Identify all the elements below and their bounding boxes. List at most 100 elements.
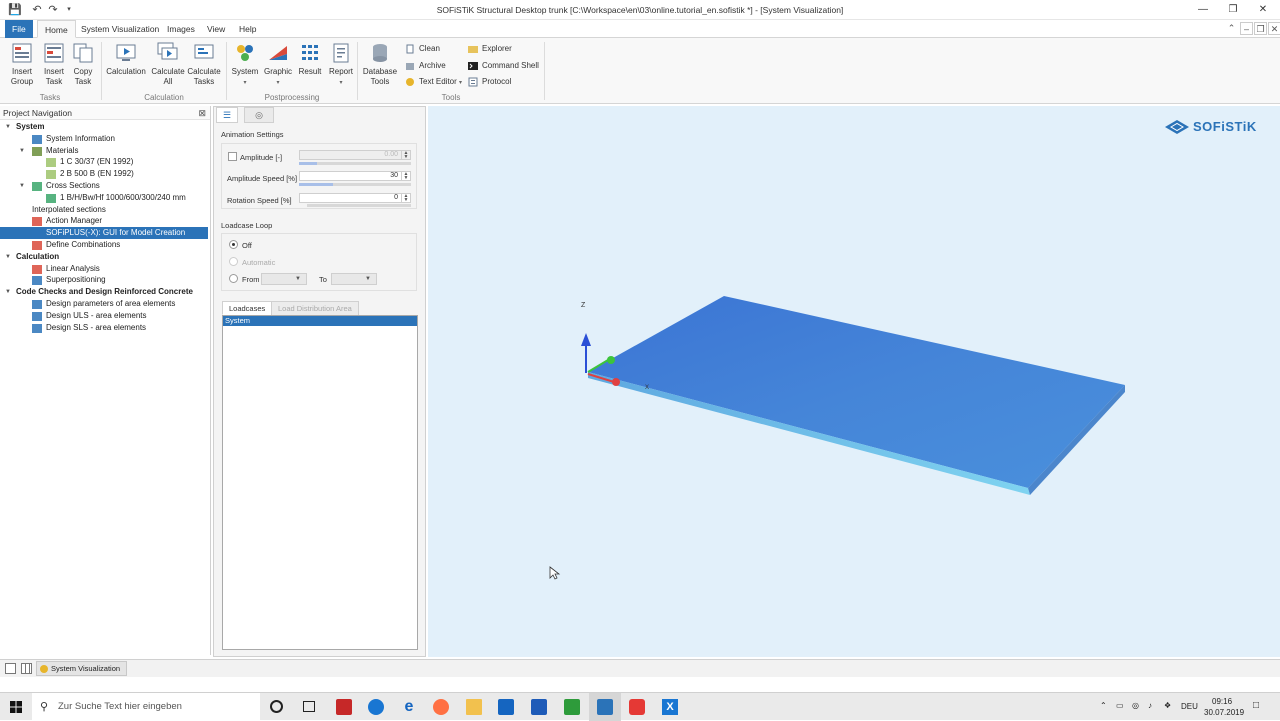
amplitude-checkbox[interactable] — [228, 152, 237, 161]
battery-icon[interactable]: ▭ — [1116, 701, 1124, 710]
dropbox-icon[interactable]: ❖ — [1164, 701, 1171, 710]
rotation-speed-slider[interactable] — [307, 204, 411, 207]
expand-toggle-icon[interactable]: ▼ — [4, 121, 12, 133]
tab-load-distribution-area[interactable]: Load Distribution Area — [271, 301, 359, 315]
mdi-minimize-button[interactable]: – — [1240, 22, 1253, 35]
from-select[interactable]: ▼ — [261, 273, 307, 285]
calculation-button[interactable]: Calculation — [106, 42, 146, 77]
expand-toggle-icon[interactable]: ▼ — [4, 251, 12, 263]
windows-start-icon[interactable] — [10, 701, 22, 713]
tab-view-settings[interactable]: ◎ — [244, 107, 274, 123]
spinner-icon[interactable]: ▲ ▼ — [401, 172, 410, 181]
archive-button[interactable]: Archive — [405, 59, 446, 73]
tab-properties[interactable]: ☰ — [216, 107, 238, 123]
graphic-button[interactable]: Graphic ▾ — [263, 42, 293, 88]
protocol-button[interactable]: Protocol — [468, 75, 511, 89]
green-app-icon[interactable] — [564, 699, 580, 715]
close-icon[interactable]: ⊠ — [198, 106, 206, 120]
tree-item[interactable]: ▼ Calculation — [0, 251, 81, 263]
red-app-icon[interactable] — [629, 699, 645, 715]
report-button[interactable]: Report ▾ — [327, 42, 355, 88]
insert-task-button[interactable]: Insert Task — [40, 42, 68, 86]
tab-loadcases[interactable]: Loadcases — [222, 301, 273, 315]
tab-system-visualization[interactable]: System Visualization — [74, 20, 166, 38]
taskbar-search-box[interactable]: ⚲ Zur Suche Text hier eingeben — [32, 693, 260, 721]
mdi-restore-button[interactable]: ❐ — [1254, 22, 1267, 35]
edge-browser-icon[interactable]: e — [401, 699, 417, 715]
firefox-icon[interactable] — [433, 699, 449, 715]
tree-item[interactable]: SOFiPLUS(-X): GUI for Model Creation — [0, 227, 208, 240]
calculate-tasks-button[interactable]: Calculate Tasks — [186, 42, 222, 86]
cortana-icon[interactable] — [270, 700, 283, 713]
spinner-icon[interactable]: ▲ ▼ — [401, 194, 410, 203]
tree-item[interactable]: 1 C 30/37 (EN 1992) — [0, 156, 165, 168]
tree-item[interactable]: ▼ System — [0, 121, 56, 133]
task-view-icon[interactable] — [303, 701, 315, 712]
tree-item[interactable]: System Information — [0, 133, 146, 145]
notifications-icon[interactable]: □ — [1253, 700, 1259, 711]
amplitude-slider[interactable] — [299, 162, 411, 165]
table-view-icon[interactable] — [21, 663, 32, 674]
clean-button[interactable]: Clean — [405, 42, 440, 56]
tree-item[interactable]: ▼ Code Checks and Design Reinforced Concr… — [0, 286, 236, 298]
list-item[interactable]: System — [223, 316, 417, 326]
off-radio[interactable] — [229, 240, 238, 249]
tab-view[interactable]: View — [200, 20, 232, 38]
tree-item[interactable]: Design SLS - area elements — [0, 322, 186, 334]
tree-item[interactable]: ▼ Cross Sections — [0, 180, 126, 192]
tree-item[interactable]: Design ULS - area elements — [0, 310, 186, 322]
word-icon[interactable] — [531, 699, 547, 715]
clock-date[interactable]: 30.07.2019 — [1204, 708, 1244, 717]
tab-home[interactable]: Home — [37, 20, 76, 38]
language-indicator[interactable]: DEU — [1181, 702, 1198, 711]
3d-viewport[interactable]: Z X SOFiSTiK — [428, 106, 1280, 657]
tree-item[interactable]: Interpolated sections — [0, 204, 147, 216]
clock-time[interactable]: 09:16 — [1212, 697, 1232, 706]
tree-item[interactable]: Define Combinations — [0, 239, 151, 251]
tree-view-icon[interactable] — [5, 663, 16, 674]
close-button[interactable]: ✕ — [1246, 0, 1280, 20]
tab-file[interactable]: File — [5, 20, 33, 38]
database-tools-button[interactable]: Database Tools — [362, 42, 398, 86]
tab-help[interactable]: Help — [232, 20, 263, 38]
file-explorer-icon[interactable] — [466, 699, 482, 715]
rotation-speed-input[interactable]: 0 ▲ ▼ — [299, 193, 411, 203]
sofistik-app-icon[interactable] — [597, 699, 613, 715]
minimize-button[interactable]: — — [1186, 0, 1220, 20]
from-radio[interactable] — [229, 274, 238, 283]
collapse-ribbon-icon[interactable]: ⌃ — [1225, 22, 1238, 35]
tree-item[interactable]: ▼ Materials — [0, 145, 101, 157]
automatic-radio[interactable] — [229, 257, 238, 266]
text-editor-button[interactable]: Text Editor ▾ — [405, 75, 462, 89]
tree-item[interactable]: Superpositioning — [0, 274, 136, 286]
system-button[interactable]: System ▾ — [230, 42, 260, 88]
amplitude-speed-input[interactable]: 30 ▲ ▼ — [299, 171, 411, 181]
tree-item[interactable]: Action Manager — [0, 215, 126, 227]
to-select[interactable]: ▼ — [331, 273, 377, 285]
expand-toggle-icon[interactable]: ▼ — [18, 145, 26, 157]
outlook-icon[interactable] — [498, 699, 514, 715]
amplitude-input[interactable]: 0.00 ▲ ▼ — [299, 150, 411, 160]
tree-item[interactable]: Design parameters of area elements — [0, 298, 226, 310]
calculate-all-button[interactable]: Calculate All — [150, 42, 186, 86]
tree-item[interactable]: Linear Analysis — [0, 263, 131, 275]
restore-button[interactable]: ❐ — [1216, 0, 1250, 20]
tab-images[interactable]: Images — [160, 20, 202, 38]
insert-group-button[interactable]: Insert Group — [8, 42, 36, 86]
tree-item[interactable]: 1 B/H/Bw/Hf 1000/600/300/240 mm — [0, 192, 225, 204]
spinner-icon[interactable]: ▲ ▼ — [401, 151, 410, 160]
shield-app-icon[interactable] — [336, 699, 352, 715]
tree-item[interactable]: 2 B 500 B (EN 1992) — [0, 168, 165, 180]
expand-toggle-icon[interactable]: ▼ — [18, 180, 26, 192]
amplitude-speed-slider[interactable] — [299, 183, 411, 186]
volume-icon[interactable]: ♪ — [1148, 701, 1152, 710]
tab-system-visualization-document[interactable]: System Visualization — [36, 661, 128, 676]
tray-expand-icon[interactable]: ⌃ — [1100, 701, 1107, 710]
teamviewer-icon[interactable] — [368, 699, 384, 715]
expand-toggle-icon[interactable]: ▼ — [4, 286, 12, 298]
command-shell-button[interactable]: Command Shell — [468, 59, 539, 73]
mdi-close-button[interactable]: ✕ — [1268, 22, 1280, 35]
copy-task-button[interactable]: Copy Task — [70, 42, 96, 86]
network-icon[interactable]: ◎ — [1132, 701, 1139, 710]
explorer-button[interactable]: Explorer — [468, 42, 512, 56]
